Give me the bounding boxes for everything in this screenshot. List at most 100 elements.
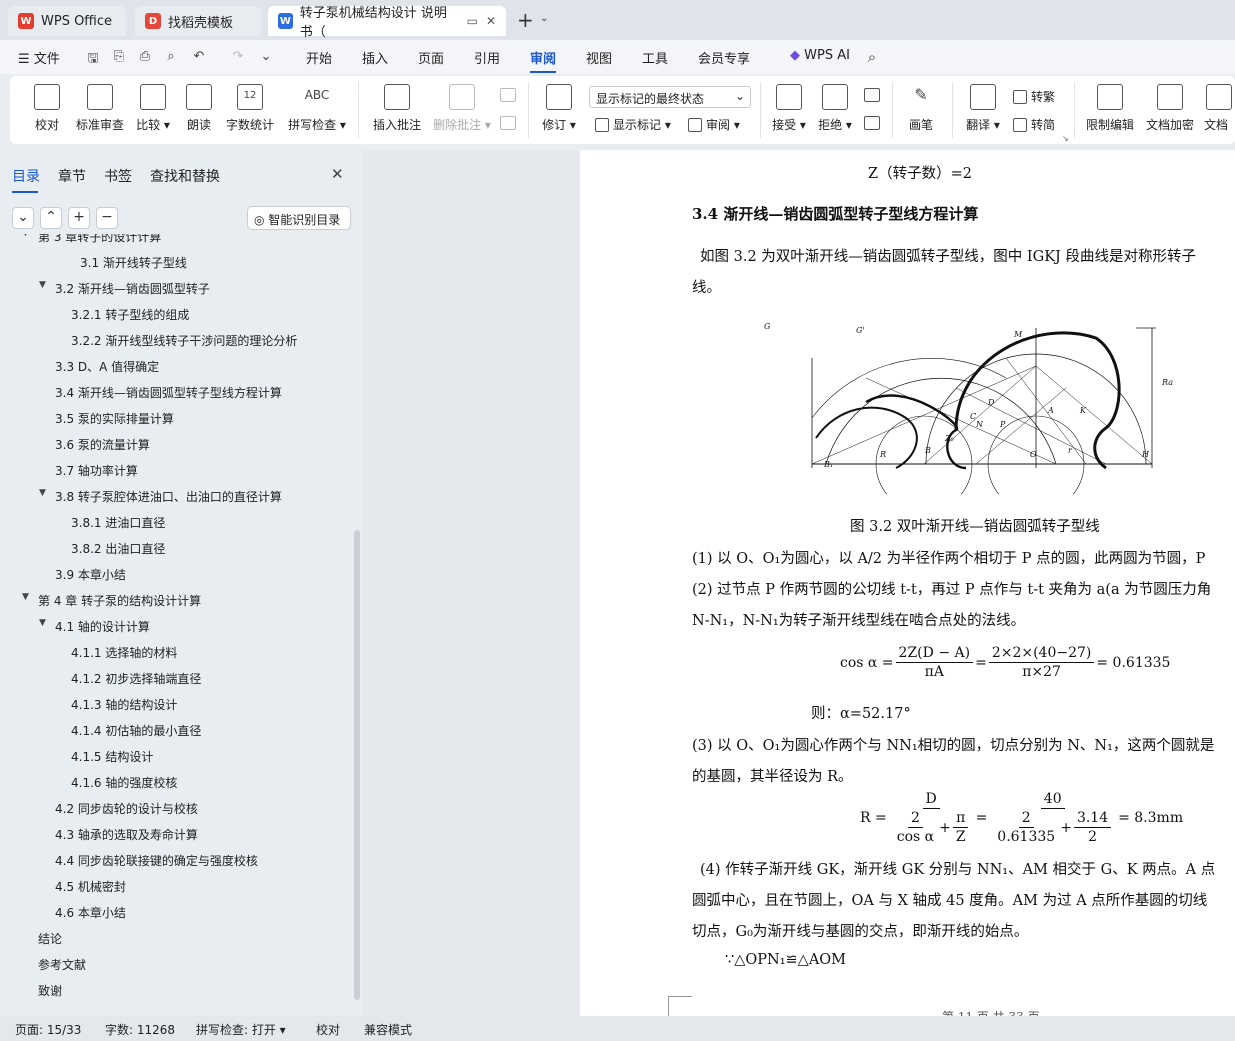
toc-item[interactable]: 3.8.2 出油口直径 — [71, 540, 165, 557]
read-aloud-button[interactable]: 朗读 — [184, 84, 214, 133]
toc-item[interactable]: ▼ 第 4 章 转子泵的结构设计计算 — [22, 592, 201, 609]
toc-item[interactable]: 4.6 本章小结 — [55, 904, 126, 921]
toc-item[interactable]: 3.4 渐开线—销齿圆弧型转子型线方程计算 — [55, 384, 282, 401]
chevron-down-icon[interactable]: ⌄ — [540, 13, 548, 24]
toc-item[interactable]: 4.1.2 初步选择轴端直径 — [71, 670, 201, 687]
toc-item[interactable]: 4.1.5 结构设计 — [71, 748, 153, 765]
word-count-indicator[interactable]: 字数: 11268 — [105, 1021, 175, 1038]
track-changes-button[interactable]: 修订 ▾ — [540, 84, 578, 133]
to-traditional-button[interactable]: 转繁 — [1013, 88, 1055, 105]
next-change-icon[interactable] — [864, 116, 880, 130]
toc-item[interactable]: 3.6 泵的流量计算 — [55, 436, 150, 453]
menu-page[interactable]: 页面 — [418, 48, 444, 67]
toc-item[interactable]: 致谢 — [38, 982, 62, 999]
tab-docer-templates[interactable]: D 找稻壳模板 — [135, 6, 261, 36]
prev-comment-icon[interactable] — [500, 88, 516, 102]
toc-item[interactable]: 4.1.3 轴的结构设计 — [71, 696, 177, 713]
word-count-button[interactable]: 12 字数统计 — [224, 84, 276, 133]
tab-find-replace[interactable]: 查找和替换 — [150, 166, 220, 186]
toc-item[interactable]: 3.8.1 进油口直径 — [71, 514, 165, 531]
tab-close-icon[interactable]: ✕ — [486, 14, 496, 28]
expand-up-button[interactable]: ⌃ — [40, 207, 62, 229]
toc-item[interactable]: ▼ 3.8 转子泵腔体进油口、出油口的直径计算 — [39, 488, 282, 505]
reject-button[interactable]: 拒绝 ▾ — [816, 84, 854, 133]
toc-item[interactable]: 4.1.1 选择轴的材料 — [71, 644, 177, 661]
expand-arrow-icon[interactable]: ▼ — [22, 234, 29, 238]
encrypt-button[interactable]: 文档加密 — [1144, 84, 1196, 133]
next-comment-icon[interactable] — [500, 116, 516, 130]
insert-comment-button[interactable]: 插入批注 — [370, 84, 424, 133]
menu-insert[interactable]: 插入 — [362, 48, 388, 67]
file-menu[interactable]: ☰ 文件 — [18, 48, 60, 67]
accept-button[interactable]: 接受 ▾ — [770, 84, 808, 133]
proofread-button[interactable]: 校对 — [32, 84, 62, 133]
compare-button[interactable]: 比较 ▾ — [134, 84, 172, 133]
restrict-edit-button[interactable]: 限制编辑 — [1084, 84, 1136, 133]
group-expand-icon[interactable]: ↘ — [1062, 134, 1069, 143]
export-icon[interactable]: ⎘ — [111, 49, 127, 65]
toc-item[interactable]: 4.5 机械密封 — [55, 878, 126, 895]
show-markup-button[interactable]: 显示标记 ▾ — [595, 116, 671, 133]
spell-check-status[interactable]: 拼写检查: 打开 ▾ — [196, 1021, 286, 1038]
toc-item[interactable]: 3.5 泵的实际排量计算 — [55, 410, 174, 427]
review-pane-button[interactable]: 审阅 ▾ — [688, 116, 740, 133]
toc-item[interactable]: 4.1.6 轴的强度校核 — [71, 774, 177, 791]
toc-item[interactable]: 4.2 同步齿轮的设计与校核 — [55, 800, 198, 817]
tab-wps-office[interactable]: W WPS Office — [8, 6, 126, 36]
toc-item[interactable]: 3.3 D、A 值得确定 — [55, 358, 159, 375]
toc-item[interactable]: 4.4 同步齿轮联接键的确定与强度校核 — [55, 852, 258, 869]
menu-view[interactable]: 视图 — [586, 48, 612, 67]
toc-item[interactable]: ▼ 4.1 轴的设计计算 — [39, 618, 150, 635]
toc-item[interactable]: 3.2.1 转子型线的组成 — [71, 306, 189, 323]
quick-access-more-icon[interactable]: ⌄ — [258, 49, 274, 65]
doc-more-button[interactable]: 文档 — [1204, 84, 1235, 133]
toc-item[interactable]: 3.2.2 渐开线型线转子干涉问题的理论分析 — [71, 332, 297, 349]
prev-change-icon[interactable] — [864, 88, 880, 102]
tab-bookmark[interactable]: 书签 — [104, 166, 132, 186]
expand-arrow-icon[interactable]: ▼ — [22, 592, 29, 602]
menu-member[interactable]: 会员专享 — [698, 48, 750, 67]
redo-icon[interactable]: ↷ — [230, 49, 246, 65]
expand-arrow-icon[interactable]: ▼ — [39, 618, 46, 628]
tab-toc[interactable]: 目录 — [12, 166, 40, 193]
save-icon[interactable]: 🖫 — [85, 49, 101, 66]
spell-check-button[interactable]: ABC 拼写检查 ▾ — [286, 84, 348, 133]
wps-ai-button[interactable]: ◆ WPS AI — [790, 48, 850, 63]
proof-status[interactable]: 校对 — [316, 1021, 340, 1038]
tab-screen-icon[interactable]: ▭ — [467, 14, 478, 28]
tab-chapter[interactable]: 章节 — [58, 166, 86, 186]
toc-item[interactable]: 4.3 轴承的选取及寿命计算 — [55, 826, 198, 843]
menu-start[interactable]: 开始 — [306, 48, 332, 67]
print-icon[interactable]: ⎙ — [137, 49, 153, 65]
standard-review-button[interactable]: 标准审查 — [74, 84, 126, 133]
toc-item[interactable]: 3.1 渐开线转子型线 — [80, 254, 187, 271]
to-simplified-button[interactable]: 转简 — [1013, 116, 1055, 133]
tab-current-document[interactable]: W 转子泵机械结构设计 说明书（ ▭ ✕ — [268, 6, 506, 40]
search-icon[interactable]: ⌕ — [864, 48, 880, 66]
toc-item[interactable]: 参考文献 — [38, 956, 86, 973]
toc-item[interactable]: ▼ 第 3 章转子的设计计算 — [22, 234, 161, 245]
print-preview-icon[interactable]: ⌕ — [163, 49, 179, 65]
toc-item[interactable]: ▼ 3.2 渐开线—销齿圆弧型转子 — [39, 280, 210, 297]
ink-button[interactable]: ✎ 画笔 — [906, 84, 936, 133]
collapse-all-button[interactable]: ⌄ — [12, 207, 34, 229]
toc-item[interactable]: 结论 — [38, 930, 62, 947]
page-indicator[interactable]: 页面: 15/33 — [15, 1021, 81, 1038]
toc-item[interactable]: 3.7 轴功率计算 — [55, 462, 138, 479]
menu-reference[interactable]: 引用 — [474, 48, 500, 67]
new-tab-button[interactable]: + — [517, 8, 534, 32]
add-heading-button[interactable]: + — [68, 207, 90, 229]
sidebar-scrollbar[interactable] — [354, 530, 360, 1000]
expand-arrow-icon[interactable]: ▼ — [39, 280, 46, 290]
remove-heading-button[interactable]: − — [96, 207, 118, 229]
menu-tools[interactable]: 工具 — [642, 48, 668, 67]
toc-item[interactable]: 4.1.4 初估轴的最小直径 — [71, 722, 201, 739]
close-icon[interactable]: ✕ — [331, 165, 344, 183]
smart-toc-button[interactable]: ◎ 智能识别目录 — [247, 206, 351, 230]
toc-item[interactable]: 3.9 本章小结 — [55, 566, 126, 583]
translate-button[interactable]: 翻译 ▾ — [964, 84, 1002, 133]
document-page[interactable]: Z（转子数）=2 3.4 渐开线—销齿圆弧型转子型线方程计算 如图 3.2 为双… — [580, 150, 1235, 1016]
markup-state-select[interactable]: 显示标记的最终状态 ⌄ — [589, 86, 751, 108]
expand-arrow-icon[interactable]: ▼ — [39, 488, 46, 498]
menu-review[interactable]: 审阅 — [530, 48, 557, 73]
